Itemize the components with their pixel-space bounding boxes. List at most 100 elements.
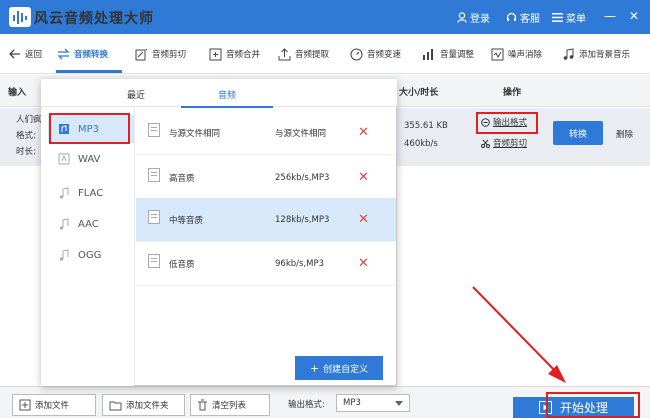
quality-name: 与源文件相同 — [169, 128, 221, 139]
quality-name: 低音质 — [169, 259, 195, 270]
tool-label: 噪声消除 — [508, 50, 543, 60]
back-button[interactable]: 返回 — [9, 34, 42, 74]
tool-add-bgm[interactable]: 添加背景音乐 — [562, 34, 630, 74]
quality-name: 中等音质 — [169, 215, 204, 226]
menu-label: 菜单 — [566, 14, 586, 25]
mp3-highlight — [49, 113, 130, 144]
tool-label: 音频合并 — [226, 50, 261, 60]
quality-row-low[interactable]: 低音质 96kb/s,MP3 ✕ — [136, 242, 396, 286]
extract-icon — [278, 47, 291, 60]
add-folder-label: 添加文件夹 — [126, 401, 169, 411]
convert-icon — [57, 48, 70, 60]
format-label: FLAC — [78, 187, 104, 199]
quality-row-high[interactable]: 高音质 256kb/s,MP3 ✕ — [136, 156, 396, 200]
add-file-button[interactable]: 添加文件 — [12, 394, 96, 416]
tool-noise-removal[interactable]: 噪声消除 — [491, 34, 542, 74]
file-bitrate: 460kb/s — [404, 139, 438, 149]
trash-icon — [198, 399, 207, 411]
plus-icon: + — [309, 361, 320, 375]
back-arrow-icon — [9, 49, 20, 59]
start-processing-highlight — [546, 392, 640, 418]
tool-audio-cut[interactable]: 音频剪切 — [135, 34, 186, 74]
delete-preset-icon[interactable]: ✕ — [358, 256, 369, 271]
tool-audio-speed[interactable]: 音频变速 — [350, 34, 401, 74]
quality-rate: 128kb/s,MP3 — [275, 214, 330, 225]
file-duration-label: 时长: — [16, 147, 36, 157]
aac-file-icon — [59, 218, 69, 230]
dropdown-arrow-icon — [395, 400, 403, 406]
tool-label: 音量调整 — [440, 50, 475, 60]
speed-icon — [350, 48, 363, 60]
format-label: OGG — [78, 249, 102, 261]
login-label: 登录 — [470, 14, 490, 25]
scissors-icon — [481, 139, 490, 148]
create-custom-button[interactable]: + 创建自定义 — [295, 356, 383, 380]
app-title: 风云音频处理大师 — [34, 11, 154, 27]
tool-label: 音频转换 — [74, 50, 109, 60]
music-note-icon — [563, 47, 574, 60]
quality-name: 高音质 — [169, 173, 195, 184]
format-item-wav[interactable]: WAV — [48, 145, 134, 173]
audio-cut-label: 音频剪切 — [493, 139, 528, 149]
user-icon — [457, 12, 467, 23]
tab-audio[interactable]: 音频 — [218, 88, 236, 101]
tool-label: 音频剪切 — [152, 50, 187, 60]
active-tool-indicator — [56, 70, 122, 73]
tool-volume-adjust[interactable]: 音量调整 — [422, 34, 474, 74]
clear-list-button[interactable]: 清空列表 — [190, 394, 270, 416]
tab-recent[interactable]: 最近 — [127, 88, 145, 101]
minimize-button[interactable]: — — [604, 9, 616, 23]
format-label: AAC — [78, 218, 99, 230]
file-name: 人们疯 — [16, 115, 42, 125]
tool-audio-convert[interactable]: 音频转换 — [57, 34, 108, 74]
tool-label: 音频变速 — [367, 50, 402, 60]
login-button[interactable]: 登录 — [457, 10, 490, 25]
delete-preset-icon[interactable]: ✕ — [358, 212, 369, 227]
output-format-select[interactable]: MP3 — [336, 394, 410, 412]
convert-button[interactable]: 转换 — [553, 121, 603, 145]
app-logo-icon — [8, 6, 32, 28]
header-input: 输入 — [8, 88, 27, 98]
add-file-icon — [19, 399, 31, 411]
add-folder-button[interactable]: 添加文件夹 — [102, 394, 185, 416]
add-file-label: 添加文件 — [35, 401, 70, 411]
delete-preset-icon[interactable]: ✕ — [358, 125, 369, 140]
ogg-file-icon — [59, 249, 69, 261]
tool-label: 添加背景音乐 — [579, 50, 631, 60]
file-icon — [148, 210, 160, 224]
tool-audio-merge[interactable]: 音频合并 — [209, 34, 260, 74]
format-item-aac[interactable]: AAC — [48, 210, 134, 238]
active-tab-indicator — [181, 106, 273, 108]
file-format-label: 格式: — [16, 131, 36, 141]
service-label: 客服 — [520, 14, 540, 25]
format-item-flac[interactable]: FLAC — [48, 179, 134, 207]
service-button[interactable]: 客服 — [506, 10, 540, 25]
flac-file-icon — [59, 187, 69, 199]
audio-cut-link[interactable]: 音频剪切 — [481, 137, 527, 149]
output-format-value: MP3 — [343, 398, 361, 408]
output-format-highlight — [476, 112, 538, 134]
format-label: WAV — [78, 153, 101, 165]
close-button[interactable]: ✕ — [629, 9, 639, 23]
delete-button[interactable]: 删除 — [616, 128, 633, 140]
quality-row-same-as-source[interactable]: 与源文件相同 与源文件相同 ✕ — [136, 111, 396, 155]
delete-preset-icon[interactable]: ✕ — [358, 170, 369, 185]
file-icon — [148, 168, 160, 182]
back-label: 返回 — [25, 50, 43, 60]
tool-label: 音频提取 — [295, 50, 330, 60]
cut-audio-icon — [135, 48, 148, 60]
file-size: 355.61 KB — [404, 121, 448, 131]
header-action: 操作 — [503, 88, 522, 98]
output-format-caption: 输出格式: — [288, 400, 325, 410]
tool-audio-extract[interactable]: 音频提取 — [278, 34, 329, 74]
file-icon — [148, 123, 160, 137]
menu-button[interactable]: 菜单 — [552, 10, 586, 25]
clear-list-label: 清空列表 — [212, 401, 247, 411]
merge-icon — [209, 48, 222, 60]
noise-icon — [491, 48, 504, 60]
format-item-ogg[interactable]: OGG — [48, 241, 134, 269]
quality-rate: 96kb/s,MP3 — [275, 258, 324, 269]
quality-row-medium[interactable]: 中等音质 128kb/s,MP3 ✕ — [136, 198, 396, 242]
wav-file-icon — [58, 153, 70, 165]
menu-icon — [552, 13, 563, 22]
